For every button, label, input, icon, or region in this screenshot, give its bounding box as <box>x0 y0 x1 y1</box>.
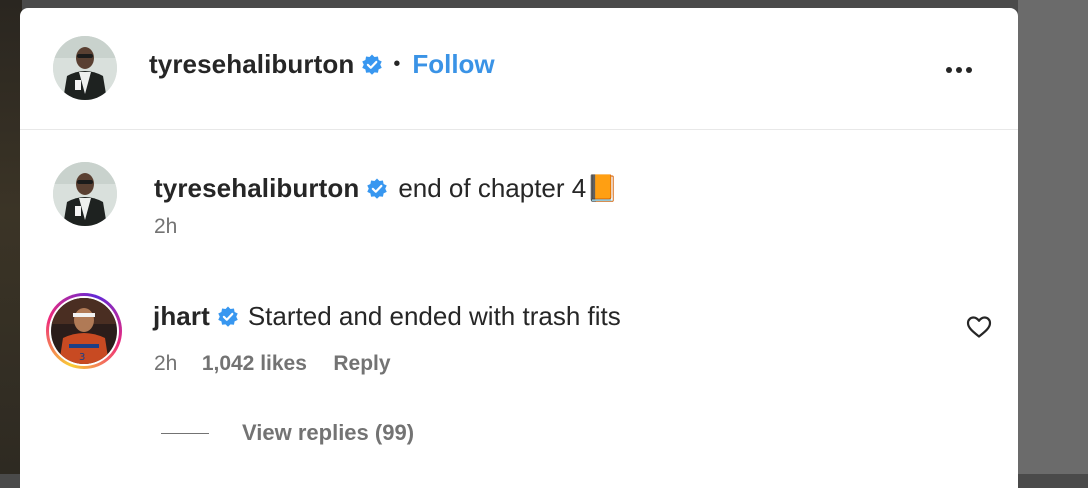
commenter-username[interactable]: jhart <box>153 301 210 331</box>
caption-timestamp[interactable]: 2h <box>154 215 177 239</box>
comment-likes[interactable]: 1,042 likes <box>202 352 307 375</box>
post-header: tyresehaliburton • Follow <box>20 8 1018 130</box>
comment-meta: 2h 1,042 likes Reply <box>154 352 391 376</box>
separator-dot: • <box>393 53 401 75</box>
verified-badge-icon <box>362 54 383 75</box>
background-image-left <box>0 0 22 474</box>
person-photo-icon: 3 <box>51 298 117 364</box>
background-dim-right <box>1018 0 1088 474</box>
reply-button[interactable]: Reply <box>333 352 390 375</box>
comment-row: 3 jhart Started and ended with trash fit… <box>20 284 1018 394</box>
comment-timestamp[interactable]: 2h <box>154 352 177 375</box>
caption-username[interactable]: tyresehaliburton <box>154 173 359 203</box>
caption-text: end of chapter 4📙 <box>398 173 619 203</box>
caption-row: tyresehaliburton end of chapter 4📙 2h <box>20 158 1018 258</box>
caption-author-avatar[interactable] <box>53 162 117 226</box>
story-ring[interactable]: 3 <box>46 293 122 369</box>
verified-badge-icon <box>367 178 388 199</box>
follow-button[interactable]: Follow <box>412 49 494 79</box>
replies-row: View replies (99) <box>20 412 1018 452</box>
view-replies-button[interactable]: View replies (99) <box>242 420 414 446</box>
verified-badge-icon <box>218 306 238 327</box>
comment-line: jhart Started and ended with trash fits <box>153 301 621 332</box>
more-options-icon[interactable] <box>946 60 980 76</box>
heart-icon[interactable] <box>966 315 992 339</box>
caption-line: tyresehaliburton end of chapter 4📙 <box>154 173 619 204</box>
author-username[interactable]: tyresehaliburton <box>149 49 354 79</box>
author-avatar[interactable] <box>53 36 117 100</box>
person-photo-icon <box>53 162 117 226</box>
comment-text: Started and ended with trash fits <box>247 301 621 331</box>
header-user-line: tyresehaliburton • Follow <box>149 49 495 80</box>
post-comments-panel: tyresehaliburton • Follow tyresehaliburto… <box>20 8 1018 488</box>
replies-divider-line <box>161 433 209 434</box>
person-photo-icon <box>53 36 117 100</box>
svg-text:3: 3 <box>79 352 85 363</box>
commenter-avatar: 3 <box>51 298 117 364</box>
